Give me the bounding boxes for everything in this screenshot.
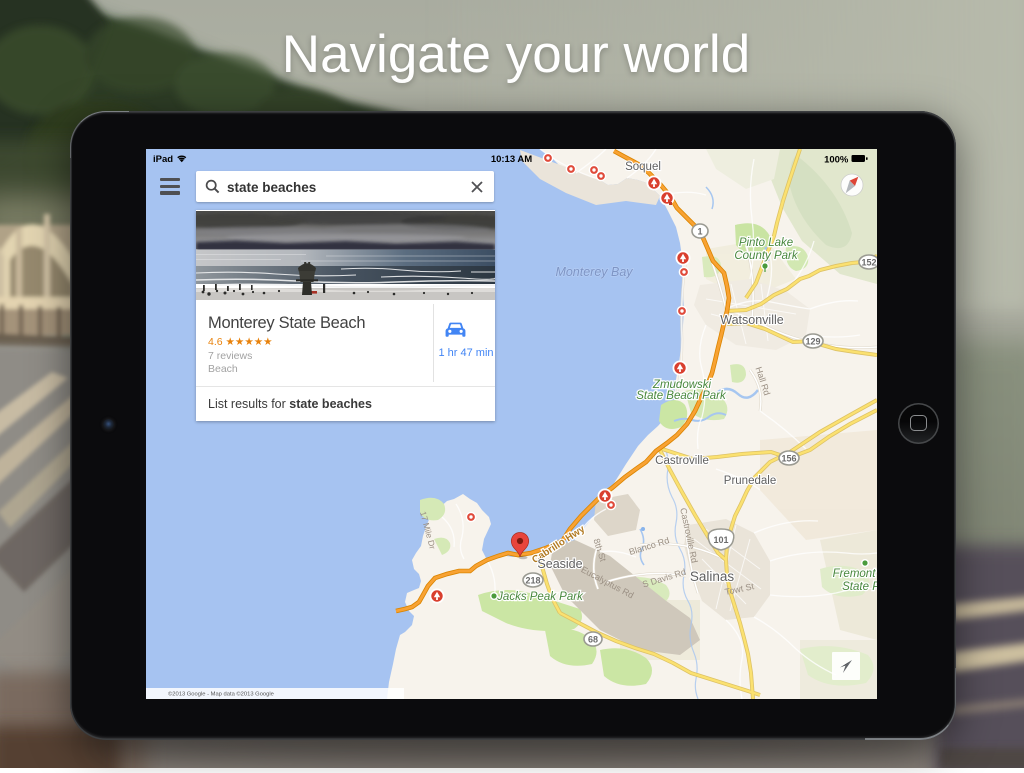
svg-text:County Park: County Park bbox=[734, 250, 799, 262]
svg-text:Salinas: Salinas bbox=[690, 569, 735, 584]
svg-text:Pinto Lake: Pinto Lake bbox=[739, 237, 793, 249]
svg-text:101: 101 bbox=[713, 535, 728, 545]
svg-text:Castroville: Castroville bbox=[655, 455, 709, 467]
svg-text:Jacks Peak Park: Jacks Peak Park bbox=[496, 591, 584, 603]
svg-text:156: 156 bbox=[781, 454, 796, 464]
svg-text:Seaside: Seaside bbox=[537, 557, 582, 571]
svg-text:129: 129 bbox=[805, 337, 820, 347]
svg-text:State P: State P bbox=[842, 581, 877, 593]
svg-text:218: 218 bbox=[525, 576, 540, 586]
svg-text:Monterey Bay: Monterey Bay bbox=[555, 265, 633, 279]
svg-text:©2013 Google - Map data ©2013: ©2013 Google - Map data ©2013 Google bbox=[168, 691, 274, 698]
svg-text:152: 152 bbox=[861, 258, 876, 268]
svg-text:Fremont: Fremont bbox=[833, 568, 877, 580]
svg-text:1: 1 bbox=[697, 227, 702, 237]
svg-text:Watsonville: Watsonville bbox=[720, 313, 783, 327]
svg-text:Prunedale: Prunedale bbox=[724, 475, 776, 487]
svg-text:68: 68 bbox=[588, 635, 598, 645]
svg-text:State Beach Park: State Beach Park bbox=[636, 390, 727, 402]
